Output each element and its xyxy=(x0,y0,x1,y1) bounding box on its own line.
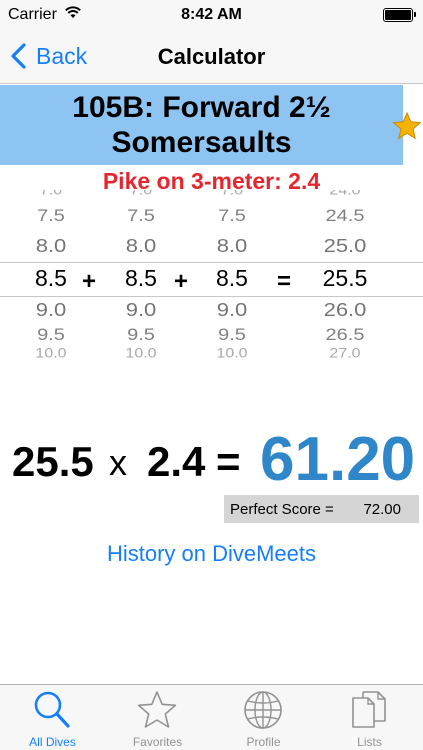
picker-value[interactable]: 27.0 xyxy=(310,346,380,361)
picker-value[interactable]: 24.0 xyxy=(310,190,380,199)
status-bar: Carrier 8:42 AM xyxy=(0,0,423,30)
picker-selected-value[interactable]: 25.5 xyxy=(310,265,380,292)
perfect-score-value: 72.00 xyxy=(363,501,401,518)
picker-selection-bottom-line xyxy=(0,296,423,297)
picker-value[interactable]: 10.0 xyxy=(16,346,86,361)
documents-icon xyxy=(352,691,386,728)
picker-selected-value[interactable]: 8.5 xyxy=(16,265,86,292)
picker-selection-top-line xyxy=(0,262,423,263)
picker-value[interactable]: 9.5 xyxy=(106,326,176,346)
multiply-sign: x xyxy=(109,442,127,483)
battery-icon xyxy=(383,8,416,22)
picker-value[interactable]: 26.0 xyxy=(310,299,380,321)
chevron-left-icon xyxy=(11,43,26,69)
back-label: Back xyxy=(36,42,88,69)
back-button[interactable]: Back xyxy=(8,40,87,72)
status-time: 8:42 AM xyxy=(181,6,242,23)
plus-operator: + xyxy=(174,268,189,295)
picker-value[interactable]: 8.0 xyxy=(106,235,176,257)
tab-label: Lists xyxy=(357,735,382,749)
picker-value[interactable]: 7.0 xyxy=(16,190,86,199)
tab-bar: All Dives Favorites Profile Lists xyxy=(0,684,423,750)
tab-label: Profile xyxy=(246,735,281,749)
picker-value[interactable]: 26.5 xyxy=(310,326,380,346)
picker-value[interactable]: 7.5 xyxy=(197,207,267,227)
picker-value[interactable]: 9.5 xyxy=(16,326,86,346)
picker-value[interactable]: 7.5 xyxy=(106,207,176,227)
score-picker[interactable]: 7.0 7.5 8.0 8.5 9.0 9.5 10.0 7.0 7.5 8.0 8.5 9.0 9.… xyxy=(0,190,423,366)
search-icon xyxy=(34,691,70,728)
perfect-score-label: Perfect Score = xyxy=(230,501,334,518)
raw-score: 25.5 xyxy=(12,438,94,485)
picker-value[interactable]: 25.0 xyxy=(310,235,380,257)
tab-profile[interactable]: Profile xyxy=(211,685,316,750)
globe-icon xyxy=(244,691,282,729)
dive-header: 105B: Forward 2½ Somersaults xyxy=(0,85,403,165)
score-result: 25.5 x 2.4 = 61.20 xyxy=(0,418,423,498)
judge-2-picker-column[interactable]: 7.0 7.5 8.0 8.5 9.0 9.5 10.0 xyxy=(106,190,176,366)
picker-value[interactable]: 24.5 xyxy=(310,207,380,227)
picker-value[interactable]: 9.0 xyxy=(16,299,86,321)
navigation-bar: Back Calculator xyxy=(0,30,423,84)
picker-value[interactable]: 7.0 xyxy=(197,190,267,199)
tab-label: All Dives xyxy=(29,735,76,749)
degree-of-difficulty: 2.4 xyxy=(147,438,206,485)
tab-favorites[interactable]: Favorites xyxy=(105,685,210,750)
tab-lists[interactable]: Lists xyxy=(317,685,422,750)
picker-value[interactable]: 8.0 xyxy=(16,235,86,257)
star-icon xyxy=(137,691,177,728)
favorite-star-icon[interactable] xyxy=(392,111,422,141)
picker-value[interactable]: 9.0 xyxy=(106,299,176,321)
picker-selected-value[interactable]: 8.5 xyxy=(106,265,176,292)
picker-value[interactable]: 7.0 xyxy=(106,190,176,199)
tab-label: Favorites xyxy=(132,735,183,749)
picker-value[interactable]: 9.5 xyxy=(197,326,267,346)
plus-operator: + xyxy=(82,268,97,295)
equals-sign: = xyxy=(216,438,241,485)
judge-3-picker-column[interactable]: 7.0 7.5 8.0 8.5 9.0 9.5 10.0 xyxy=(197,190,267,366)
picker-value[interactable]: 10.0 xyxy=(197,346,267,361)
picker-selected-value[interactable]: 8.5 xyxy=(197,265,267,292)
perfect-score-box: Perfect Score = 72.00 xyxy=(224,495,419,523)
picker-value[interactable]: 7.5 xyxy=(16,207,86,227)
tab-all-dives[interactable]: All Dives xyxy=(0,685,105,750)
picker-value[interactable]: 10.0 xyxy=(106,346,176,361)
picker-value[interactable]: 9.0 xyxy=(197,299,267,321)
history-on-divemeets-link[interactable]: History on DiveMeets xyxy=(0,541,423,567)
judge-1-picker-column[interactable]: 7.0 7.5 8.0 8.5 9.0 9.5 10.0 xyxy=(16,190,86,366)
equals-operator: = xyxy=(277,268,292,295)
total-picker-column[interactable]: 24.0 24.5 25.0 25.5 26.0 26.5 27.0 xyxy=(310,190,380,366)
total-score: 61.20 xyxy=(260,425,416,494)
dive-title: 105B: Forward 2½ Somersaults xyxy=(72,91,331,159)
picker-value[interactable]: 8.0 xyxy=(197,235,267,257)
